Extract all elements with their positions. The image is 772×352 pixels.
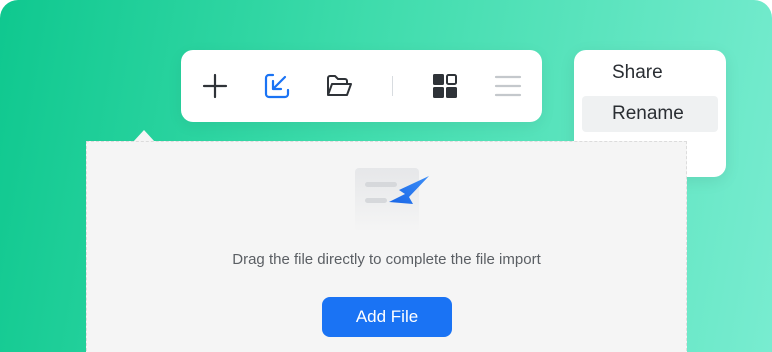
add-button[interactable] xyxy=(197,68,233,104)
app-background: Share Rename Move to Drag the file direc… xyxy=(0,0,772,352)
file-drop-zone[interactable]: Drag the file directly to complete the f… xyxy=(86,141,687,352)
open-folder-button[interactable] xyxy=(321,68,357,104)
import-icon xyxy=(264,73,290,99)
menu-item-share[interactable]: Share xyxy=(582,55,718,91)
list-view-icon xyxy=(494,75,522,97)
add-file-button[interactable]: Add File xyxy=(322,297,452,337)
menu-item-rename[interactable]: Rename xyxy=(582,96,718,132)
import-button[interactable] xyxy=(259,68,295,104)
plus-icon xyxy=(202,73,228,99)
list-view-button[interactable] xyxy=(490,68,526,104)
folder-open-icon xyxy=(327,75,352,96)
toolbar xyxy=(181,50,542,122)
drop-hint-text: Drag the file directly to complete the f… xyxy=(232,251,541,268)
grid-view-button[interactable] xyxy=(427,68,463,104)
file-drop-illustration xyxy=(355,168,429,232)
toolbar-divider xyxy=(392,76,393,96)
grid-view-icon xyxy=(433,74,457,98)
